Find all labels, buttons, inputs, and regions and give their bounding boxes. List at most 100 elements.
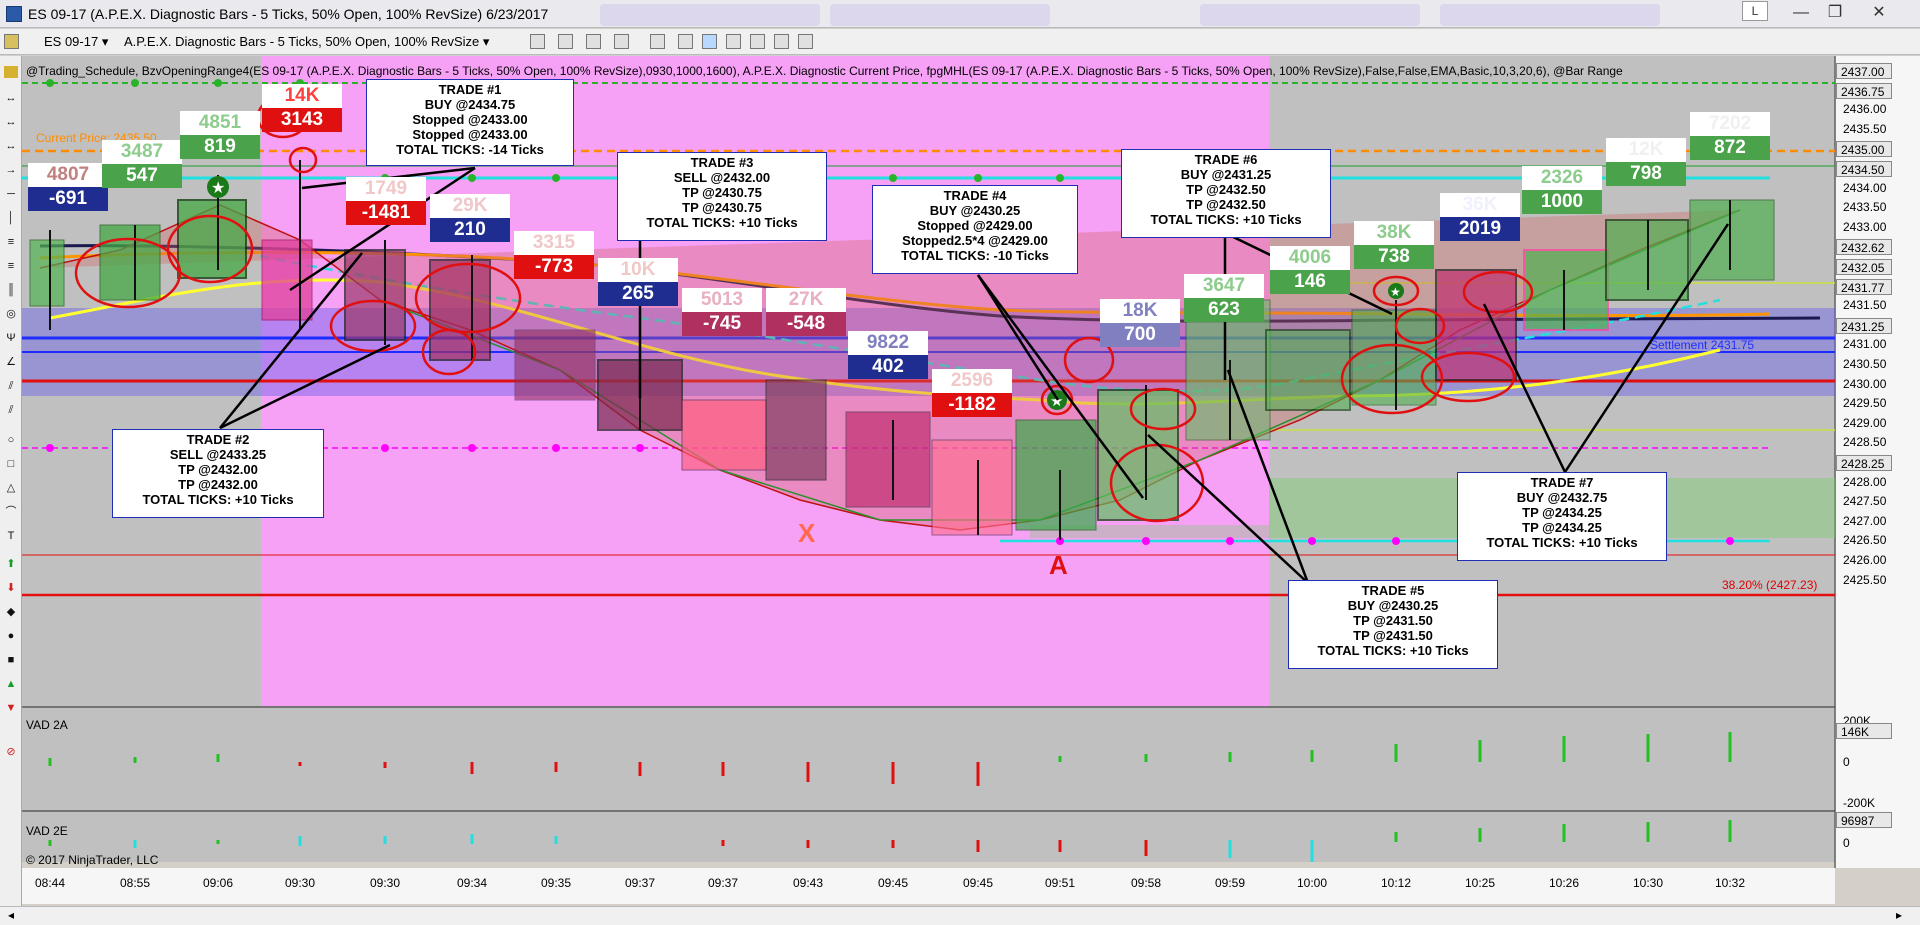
price-tick: 2428.50 — [1843, 435, 1887, 450]
bar-volume-label: 2326 — [1522, 166, 1602, 190]
bar-delta-label: 2019 — [1440, 217, 1520, 241]
time-tick: 10:00 — [1296, 876, 1328, 890]
time-tick: 10:25 — [1464, 876, 1496, 890]
price-tick: 2436.00 — [1843, 102, 1887, 117]
bar-volume-label: 29K — [430, 194, 510, 218]
time-tick: 09:34 — [456, 876, 488, 890]
price-tick: 2435.50 — [1843, 121, 1887, 136]
price-tick: 2429.50 — [1843, 396, 1887, 411]
bar-volume-label: 4807 — [28, 163, 108, 187]
price-tick: 2433.50 — [1843, 200, 1887, 215]
trade-box-5: TRADE #5 BUY @2430.25 TP @2431.50 TP @2431.… — [1288, 580, 1498, 669]
bar-volume-label: 4006 — [1270, 246, 1350, 270]
bar-volume-label: 12K — [1606, 138, 1686, 162]
copyright-text: © 2017 NinjaTrader, LLC — [26, 853, 159, 867]
indicator-list: @Trading_Schedule, BzvOpeningRange4(ES 0… — [26, 64, 1623, 78]
bar-delta-label: -1481 — [346, 201, 426, 225]
bar-volume-label: 14K — [262, 84, 342, 108]
price-tick: 2426.50 — [1843, 533, 1887, 548]
bar-delta-label: -548 — [766, 312, 846, 336]
bar-volume-label: 27K — [766, 288, 846, 312]
bar-delta-label: -745 — [682, 312, 762, 336]
bar-delta-label: 700 — [1100, 323, 1180, 347]
price-tick: 2431.25 — [1836, 317, 1892, 334]
price-tick: 2434.00 — [1843, 180, 1887, 195]
price-tick: 2431.77 — [1836, 278, 1892, 295]
time-tick: 09:06 — [202, 876, 234, 890]
price-tick: 2431.50 — [1843, 298, 1887, 313]
price-tick: 2429.00 — [1843, 415, 1887, 430]
bar-delta-label: 872 — [1690, 136, 1770, 160]
bar-volume-label: 5013 — [682, 288, 762, 312]
bar-volume-label: 3315 — [514, 231, 594, 255]
time-tick: 10:32 — [1714, 876, 1746, 890]
time-tick: 09:59 — [1214, 876, 1246, 890]
bar-delta-label: 623 — [1184, 298, 1264, 322]
time-tick: 09:45 — [877, 876, 909, 890]
price-tick: 2434.50 — [1836, 161, 1892, 177]
vad2a-tick: 146K — [1836, 723, 1892, 739]
bar-volume-label: 3647 — [1184, 274, 1264, 298]
trade-box-1: TRADE #1 BUY @2434.75 Stopped @2433.00 Stop… — [366, 79, 574, 166]
time-tick: 08:55 — [119, 876, 151, 890]
bar-delta-label: 3143 — [262, 108, 342, 132]
bar-delta-label: -691 — [28, 187, 108, 211]
time-tick: 08:44 — [34, 876, 66, 890]
trade-box-4: TRADE #4 BUY @2430.25 Stopped @2429.00 Stop… — [872, 185, 1078, 274]
time-tick: 10:12 — [1380, 876, 1412, 890]
marker-x: X — [798, 518, 816, 548]
vad2e-label: VAD 2E — [26, 824, 68, 838]
bar-volume-label: 2596 — [932, 369, 1012, 393]
trade-box-6: TRADE #6 BUY @2431.25 TP @2432.50 TP @2432.… — [1121, 149, 1331, 238]
time-tick: 10:26 — [1548, 876, 1580, 890]
price-tick: 2426.00 — [1843, 553, 1887, 567]
vad2a-tick: -200K — [1843, 796, 1876, 810]
time-tick: 09:37 — [624, 876, 656, 890]
price-tick: 2433.00 — [1843, 219, 1887, 234]
bar-delta-label: 210 — [430, 218, 510, 242]
bar-delta-label: -773 — [514, 255, 594, 279]
time-tick: 09:30 — [369, 876, 401, 890]
price-tick: 2430.50 — [1843, 357, 1887, 371]
price-tick: 2425.50 — [1843, 572, 1887, 587]
scroll-left-icon[interactable]: ◂ — [8, 908, 14, 922]
price-tick: 2435.00 — [1836, 141, 1892, 158]
marker-a: A — [1049, 550, 1068, 580]
bar-delta-label: 547 — [102, 164, 182, 188]
bar-volume-label: 38K — [1354, 221, 1434, 245]
price-tick: 2436.75 — [1836, 82, 1892, 99]
bar-volume-label: 1749 — [346, 177, 426, 201]
svg-text:★: ★ — [211, 180, 225, 197]
time-tick: 09:43 — [792, 876, 824, 890]
price-tick: 2430.00 — [1843, 376, 1887, 391]
bar-volume-label: 36K — [1440, 193, 1520, 217]
price-tick: 2432.62 — [1836, 239, 1892, 256]
time-tick: 09:45 — [962, 876, 994, 890]
svg-text:★: ★ — [1390, 285, 1401, 299]
bar-volume-label: 9822 — [848, 331, 928, 355]
price-tick: 2427.50 — [1843, 494, 1887, 509]
price-tick: 2428.25 — [1836, 455, 1892, 471]
price-tick: 2427.00 — [1843, 513, 1887, 528]
price-tick: 2432.05 — [1836, 259, 1892, 275]
horizontal-scrollbar[interactable]: ◂ ▸ — [0, 906, 1920, 925]
trade-box-7: TRADE #7 BUY @2432.75 TP @2434.25 TP @2434.… — [1457, 472, 1667, 561]
time-tick: 10:30 — [1632, 876, 1664, 890]
vad2a-tick: 0 — [1843, 755, 1850, 769]
bar-delta-label: 265 — [598, 282, 678, 306]
bar-delta-label: 819 — [180, 135, 260, 159]
vad2e-tick: 0 — [1843, 836, 1850, 850]
svg-text:★: ★ — [1050, 393, 1063, 410]
bar-volume-label: 3487 — [102, 140, 182, 164]
bar-delta-label: 402 — [848, 355, 928, 379]
scroll-right-icon[interactable]: ▸ — [1896, 908, 1902, 922]
bar-volume-label: 10K — [598, 258, 678, 282]
vad2a-label: VAD 2A — [26, 718, 68, 732]
trade-box-3: TRADE #3 SELL @2432.00 TP @2430.75 TP @2430… — [617, 152, 827, 241]
bar-delta-label: -1182 — [932, 393, 1012, 417]
fib-level-label: 38.20% (2427.23) — [1722, 578, 1818, 592]
bar-delta-label: 1000 — [1522, 190, 1602, 214]
bar-volume-label: 18K — [1100, 299, 1180, 323]
price-tick: 2437.00 — [1836, 63, 1892, 79]
settlement-label: Settlement 2431.75 — [1650, 338, 1755, 352]
